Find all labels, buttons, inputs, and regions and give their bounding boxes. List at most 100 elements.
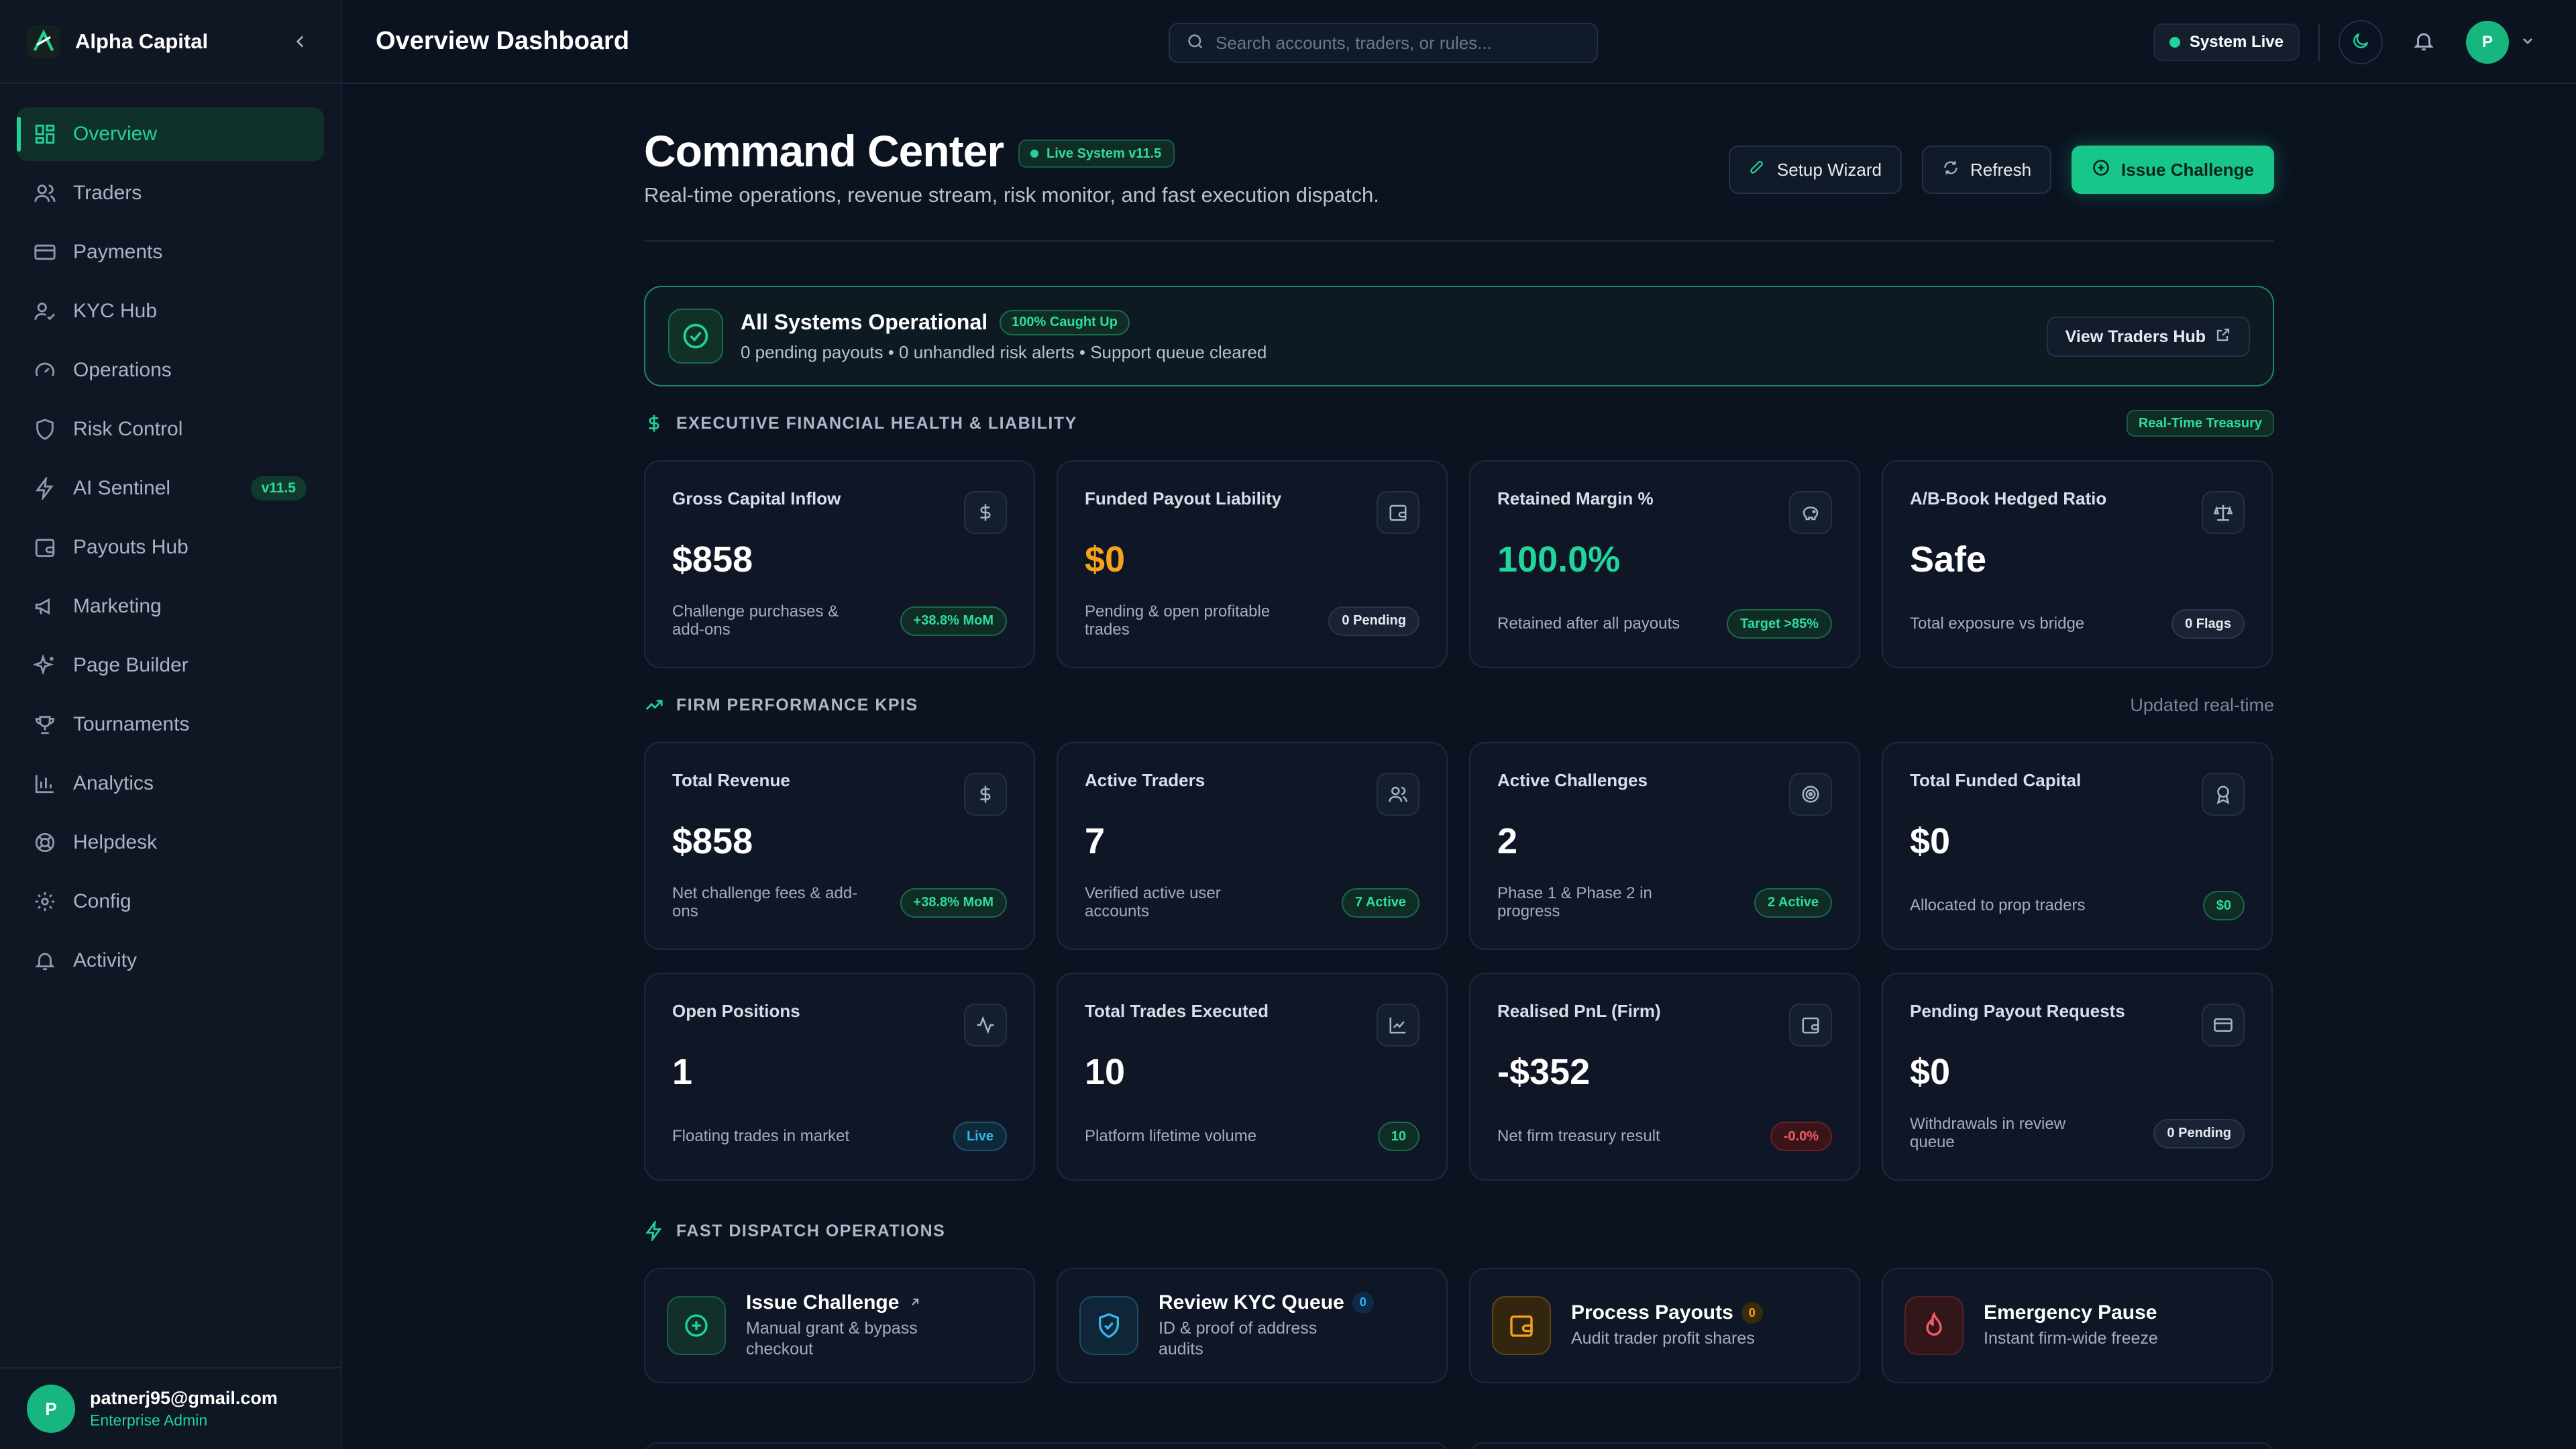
avatar: P: [27, 1385, 75, 1433]
card-value: $0: [1910, 821, 1951, 861]
sidebar-item-config[interactable]: Config: [17, 875, 324, 928]
topbar: Overview Dashboard System Live P: [342, 0, 2576, 84]
dispatch-actions: Issue Challenge Manual grant & bypass ch…: [644, 1268, 2274, 1383]
sidebar-item-tournaments[interactable]: Tournaments: [17, 698, 324, 751]
sidebar-item-label: Config: [73, 890, 131, 912]
issue-challenge-button[interactable]: Issue Challenge: [2072, 146, 2274, 194]
user-email: patnerj95@gmail.com: [90, 1388, 278, 1408]
card-label: Total Revenue: [672, 770, 790, 790]
card-value: -$352: [1497, 1052, 1591, 1092]
metric-card: Pending Payout Requests $0 Withdrawals i…: [1882, 973, 2273, 1181]
avatar[interactable]: P: [2466, 21, 2509, 64]
chevron-down-icon[interactable]: [2520, 33, 2536, 52]
sidebar-item-ai-sentinel[interactable]: AI Sentinel v11.5: [17, 462, 324, 515]
sidebar-item-label: Activity: [73, 949, 138, 971]
card-description: Net firm treasury result: [1497, 1126, 1660, 1145]
gear-icon: [32, 888, 58, 915]
sidebar-item-payouts-hub[interactable]: Payouts Hub: [17, 521, 324, 574]
view-traders-hub-button[interactable]: View Traders Hub: [2046, 317, 2250, 357]
gauge-icon: [32, 357, 58, 384]
banner-text: All Systems Operational 100% Caught Up 0…: [741, 309, 1267, 363]
issue-challenge-label: Issue Challenge: [2121, 159, 2254, 180]
card-footer: Platform lifetime volume 10: [1085, 1122, 1419, 1151]
sidebar-item-analytics[interactable]: Analytics: [17, 757, 324, 810]
sidebar-item-label: Operations: [73, 359, 172, 381]
review-kyc-queue-action[interactable]: Review KYC Queue 0 ID & proof of address…: [1057, 1268, 1448, 1383]
lifebuoy-icon: [32, 829, 58, 856]
card-label: Retained Margin %: [1497, 488, 1654, 508]
sidebar: Alpha Capital Overview Traders Payments …: [0, 0, 342, 1449]
sidebar-item-payments[interactable]: Payments: [17, 225, 324, 279]
card-label: Total Trades Executed: [1085, 1001, 1269, 1021]
theme-toggle-button[interactable]: [2339, 20, 2383, 64]
scale-icon: [2202, 491, 2245, 534]
flame-icon: [1904, 1296, 1964, 1355]
metric-card: A/B-Book Hedged Ratio Safe Total exposur…: [1882, 460, 2273, 668]
metric-card: Active Challenges 2 Phase 1 & Phase 2 in…: [1469, 742, 1860, 950]
card-value: $0: [1910, 1052, 1951, 1092]
metric-card: Total Trades Executed 10 Platform lifeti…: [1057, 973, 1448, 1181]
sidebar-item-label: Risk Control: [73, 418, 183, 440]
status-dot-icon: [1030, 150, 1038, 158]
target-icon: [1789, 773, 1832, 816]
card-label: Pending Payout Requests: [1910, 1001, 2125, 1021]
emergency-pause-action[interactable]: Emergency Pause Instant firm-wide freeze: [1882, 1268, 2273, 1383]
sidebar-item-traders[interactable]: Traders: [17, 166, 324, 220]
status-dot-icon: [2169, 37, 2180, 48]
search-box[interactable]: [1169, 23, 1598, 63]
users-icon: [32, 180, 58, 207]
action-subtitle: Instant firm-wide freeze: [1984, 1329, 2158, 1348]
card-description: Total exposure vs bridge: [1910, 614, 2085, 633]
action-title: Review KYC Queue 0: [1159, 1291, 1374, 1314]
collapse-sidebar-icon[interactable]: [287, 28, 314, 55]
wallet-icon: [1377, 491, 1419, 534]
sidebar-item-overview[interactable]: Overview: [17, 107, 324, 161]
plus-circle-icon: [2092, 158, 2121, 182]
card-description: Withdrawals in review queue: [1910, 1115, 2066, 1151]
user-profile[interactable]: P patnerj95@gmail.com Enterprise Admin: [0, 1367, 341, 1449]
issue-challenge-action[interactable]: Issue Challenge Manual grant & bypass ch…: [644, 1268, 1035, 1383]
search-icon: [1186, 32, 1205, 54]
panel-edge: [644, 1442, 1448, 1449]
card-footer: Withdrawals in review queue 0 Pending: [1910, 1116, 2245, 1151]
page-title: Command Center: [644, 126, 1004, 176]
dollar-icon: [644, 413, 668, 433]
process-payouts-action[interactable]: Process Payouts 0 Audit trader profit sh…: [1469, 1268, 1860, 1383]
brand-name: Alpha Capital: [75, 29, 209, 53]
search-input[interactable]: [1216, 32, 1578, 54]
action-subtitle: Manual grant & bypass checkout: [746, 1318, 918, 1358]
caught-up-badge: 100% Caught Up: [1000, 309, 1130, 335]
card-footer: Challenge purchases & add-ons +38.8% MoM: [672, 603, 1007, 639]
sidebar-nav: Overview Traders Payments KYC Hub Operat…: [0, 84, 341, 987]
sidebar-item-helpdesk[interactable]: Helpdesk: [17, 816, 324, 869]
moon-icon: [2351, 31, 2371, 54]
wallet-icon: [1789, 1004, 1832, 1046]
sidebar-item-marketing[interactable]: Marketing: [17, 580, 324, 633]
status-badge: 0 Pending: [2153, 1118, 2245, 1148]
system-status[interactable]: System Live: [2153, 23, 2300, 61]
refresh-button[interactable]: Refresh: [1921, 146, 2052, 194]
award-icon: [2202, 773, 2245, 816]
sidebar-item-operations[interactable]: Operations: [17, 343, 324, 397]
version-badge: v11.5: [250, 476, 307, 500]
notifications-button[interactable]: [2402, 20, 2446, 64]
brand-logo-icon[interactable]: [27, 24, 60, 58]
sidebar-item-page-builder[interactable]: Page Builder: [17, 639, 324, 692]
wallet-icon: [32, 534, 58, 561]
card-value: 10: [1085, 1052, 1126, 1092]
sidebar-item-label: Traders: [73, 182, 142, 204]
setup-wizard-button[interactable]: Setup Wizard: [1728, 146, 1902, 194]
shield-check-icon: [1079, 1296, 1138, 1355]
card-value: 1: [672, 1052, 693, 1092]
users-icon: [1377, 773, 1419, 816]
card-value: Safe: [1910, 539, 1987, 580]
sidebar-item-label: Tournaments: [73, 713, 190, 735]
sidebar-item-kyc-hub[interactable]: KYC Hub: [17, 284, 324, 338]
page-heading: Overview Dashboard: [376, 27, 630, 55]
metric-card: Funded Payout Liability $0 Pending & ope…: [1057, 460, 1448, 668]
sidebar-item-risk-control[interactable]: Risk Control: [17, 402, 324, 456]
refresh-label: Refresh: [1970, 159, 2032, 180]
card-value: $858: [672, 821, 753, 861]
credit-card-icon: [32, 239, 58, 266]
sidebar-item-activity[interactable]: Activity: [17, 934, 324, 987]
